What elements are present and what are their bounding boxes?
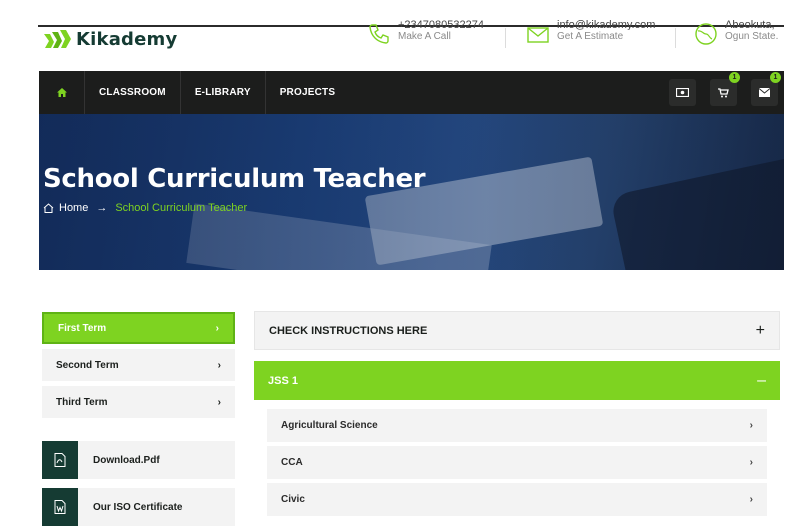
pdf-file-icon xyxy=(42,441,78,479)
page-hero-banner: School Curriculum Teacher Home → School … xyxy=(39,114,784,270)
cart-count-badge: 1 xyxy=(729,72,740,83)
contact-email-caption: Get A Estimate xyxy=(557,31,624,42)
breadcrumb-home-link[interactable]: Home xyxy=(59,202,88,214)
subject-item-civic[interactable]: Civic › xyxy=(267,483,767,516)
home-outline-icon xyxy=(43,203,54,213)
subject-item-cca[interactable]: CCA › xyxy=(267,446,767,479)
iso-certificate-button[interactable]: Our ISO Certificate xyxy=(42,488,235,526)
accordion-title: JSS 1 xyxy=(268,374,298,387)
chevron-right-icon: › xyxy=(749,420,753,431)
home-icon xyxy=(56,88,67,97)
location-icon xyxy=(695,23,717,45)
contact-location-city: Abeokuta, xyxy=(725,19,775,30)
chevron-right-icon: › xyxy=(749,457,753,468)
sidebar-item-first-term[interactable]: First Term › xyxy=(42,312,235,344)
accordion-jss1-header[interactable]: JSS 1 – xyxy=(254,361,780,400)
breadcrumb: Home → School Curriculum Teacher xyxy=(43,202,247,214)
download-label: Download.Pdf xyxy=(93,454,160,466)
contact-location[interactable]: Abeokuta, Ogun State. xyxy=(693,18,778,50)
contact-divider xyxy=(505,28,506,48)
logo-mark-icon xyxy=(44,30,71,48)
word-file-icon xyxy=(42,488,78,526)
minus-icon: – xyxy=(757,371,766,389)
logo-text: Kikademy xyxy=(76,28,178,50)
sidebar-item-label: First Term xyxy=(58,322,107,334)
accordion-title: CHECK INSTRUCTIONS HERE xyxy=(269,324,428,337)
sidebar-item-label: Second Term xyxy=(56,359,119,371)
contact-email[interactable]: info@kikademy.com Get A Estimate xyxy=(525,18,655,50)
sidebar-item-second-term[interactable]: Second Term › xyxy=(42,349,235,381)
money-icon xyxy=(676,88,689,97)
nav-item-classroom[interactable]: CLASSROOM xyxy=(85,71,181,114)
nav-home-button[interactable] xyxy=(39,71,85,114)
chevron-right-icon: › xyxy=(215,322,219,334)
sidebar-item-label: Third Term xyxy=(56,396,108,408)
cart-icon xyxy=(718,87,729,97)
site-logo[interactable]: Kikademy xyxy=(42,26,177,52)
download-label: Our ISO Certificate xyxy=(93,501,183,513)
download-pdf-button[interactable]: Download.Pdf xyxy=(42,441,235,479)
envelope-icon xyxy=(759,88,770,97)
contact-email-address: info@kikademy.com xyxy=(557,19,656,30)
payment-button[interactable] xyxy=(669,79,696,106)
nav-actions: 1 1 xyxy=(669,71,781,114)
subject-item-agricultural-science[interactable]: Agricultural Science › xyxy=(267,409,767,442)
contact-location-state: Ogun State. xyxy=(725,31,779,42)
mail-count-badge: 1 xyxy=(770,72,781,83)
page-title: School Curriculum Teacher xyxy=(43,164,426,194)
contact-phone-caption: Make A Call xyxy=(398,31,451,42)
nav-item-projects[interactable]: PROJECTS xyxy=(266,71,350,114)
chevron-right-icon: › xyxy=(217,396,221,408)
email-icon xyxy=(527,27,549,43)
accordion-instructions-header[interactable]: CHECK INSTRUCTIONS HERE + xyxy=(254,311,780,350)
breadcrumb-current: School Curriculum Teacher xyxy=(115,202,248,214)
chevron-right-icon: › xyxy=(217,359,221,371)
contact-phone-number: +2347080532274 xyxy=(398,19,484,30)
subject-label: Agricultural Science xyxy=(281,420,378,431)
plus-icon: + xyxy=(755,321,765,339)
nav-item-elibrary[interactable]: E-LIBRARY xyxy=(181,71,266,114)
subject-label: CCA xyxy=(281,457,303,468)
contact-phone[interactable]: +2347080532274 Make A Call xyxy=(366,18,484,50)
main-navbar: CLASSROOM E-LIBRARY PROJECTS 1 1 xyxy=(39,71,784,114)
phone-icon xyxy=(369,24,389,44)
sidebar-item-third-term[interactable]: Third Term › xyxy=(42,386,235,418)
chevron-right-icon: › xyxy=(749,494,753,505)
contact-divider xyxy=(675,28,676,48)
mail-button[interactable]: 1 xyxy=(751,72,781,106)
breadcrumb-separator: → xyxy=(96,202,108,214)
cart-button[interactable]: 1 xyxy=(710,72,740,106)
subject-label: Civic xyxy=(281,494,305,505)
